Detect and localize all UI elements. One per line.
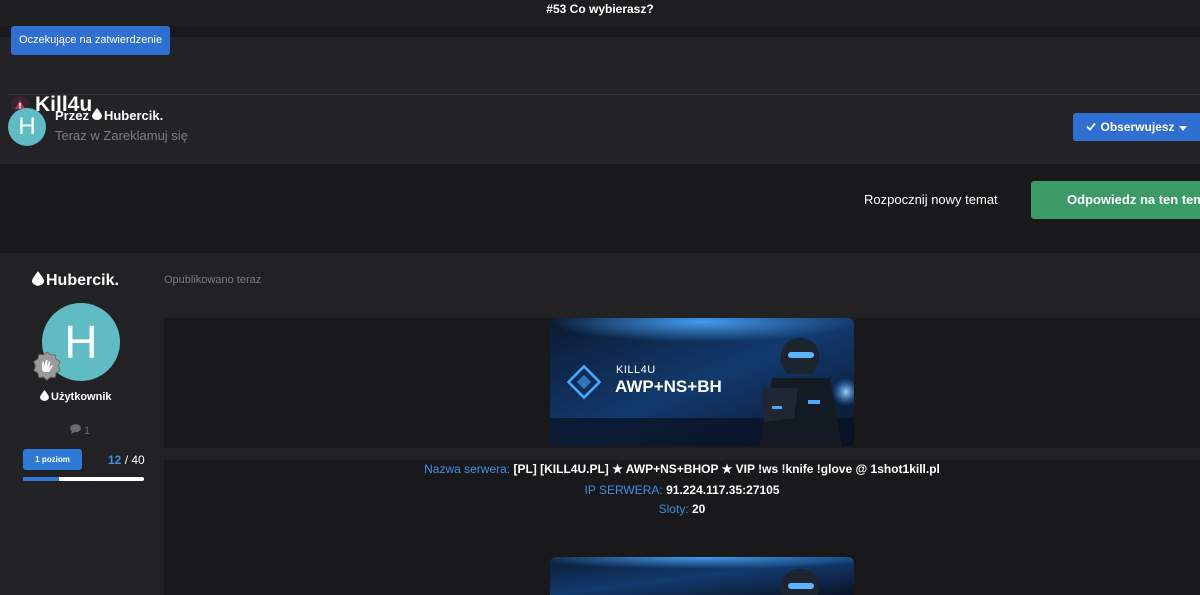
level-badge: 1 poziom (23, 449, 82, 470)
author-avatar[interactable]: H (8, 108, 46, 146)
xp-progress-bar (23, 477, 144, 481)
check-icon (1086, 120, 1097, 134)
pending-approval-badge: Oczekujące na zatwierdzenie (11, 26, 171, 55)
author-name-link[interactable]: Hubercik. (104, 108, 163, 123)
xp-counter: 12 / 40 (108, 453, 145, 467)
caret-down-icon (1178, 120, 1187, 134)
xp-current: 12 (108, 453, 122, 467)
server-slots-value: 20 (688, 502, 706, 516)
drop-icon (32, 271, 44, 291)
xp-max: 40 (131, 453, 145, 467)
drop-icon (40, 390, 49, 404)
xp-progress-fill (23, 477, 60, 481)
server-ip-label: IP SERWERA: (584, 483, 663, 497)
server-slots-label: Sloty: (658, 502, 689, 516)
author-subline: Teraz w Zareklamuj się (55, 128, 188, 143)
server-name-line: Nazwa serwera: [PL] [KILL4U.PL] ★ AWP+NS… (164, 462, 1200, 476)
drop-icon (91, 108, 102, 123)
top-title-bar: #53 Co wybierasz? (0, 0, 1200, 26)
post-count-value: 1 (84, 424, 91, 437)
server-ip-value: 91.224.117.35:27105 (662, 483, 780, 497)
divider (8, 94, 1200, 95)
follow-button-label: Obserwujesz (1100, 120, 1175, 134)
server-name-value: [PL] [KILL4U.PL] ★ AWP+NS+BHOP ★ VIP !ws… (510, 462, 940, 476)
user-rank-label: Użytkownik (51, 391, 112, 403)
published-time: Opublikowano teraz (164, 274, 262, 286)
author-by-label: Przez (55, 108, 89, 123)
banner-mode: AWP+NS+BH (615, 377, 722, 396)
server-name-label: Nazwa serwera: (424, 462, 511, 476)
banner-brand: KILL4U (616, 364, 656, 376)
post-author-name-label: Hubercik. (46, 272, 119, 289)
post-count: 1 (70, 424, 90, 437)
second-banner-image[interactable] (550, 557, 854, 595)
post-author-name[interactable]: Hubercik. (32, 271, 119, 291)
user-rank: Użytkownik (40, 390, 112, 404)
xp-separator: / (121, 453, 132, 467)
top-title: #53 Co wybierasz? (546, 2, 654, 16)
server-banner-image[interactable]: KILL4U AWP+NS+BH (550, 318, 854, 446)
server-slots-line: Sloty: 20 (164, 502, 1200, 516)
follow-button[interactable]: Obserwujesz (1073, 113, 1200, 141)
action-bar (0, 164, 1200, 253)
server-ip-line: IP SERWERA: 91.224.117.35:27105 (164, 483, 1200, 497)
reply-button[interactable]: Odpowiedz na ten temat (1031, 181, 1200, 219)
rank-badge-icon (31, 351, 63, 383)
new-topic-link[interactable]: Rozpocznij nowy temat (864, 192, 998, 207)
topic-header: Kill4u (0, 37, 1200, 164)
author-line: Przez Hubercik. (55, 108, 163, 123)
comment-icon (70, 424, 81, 437)
